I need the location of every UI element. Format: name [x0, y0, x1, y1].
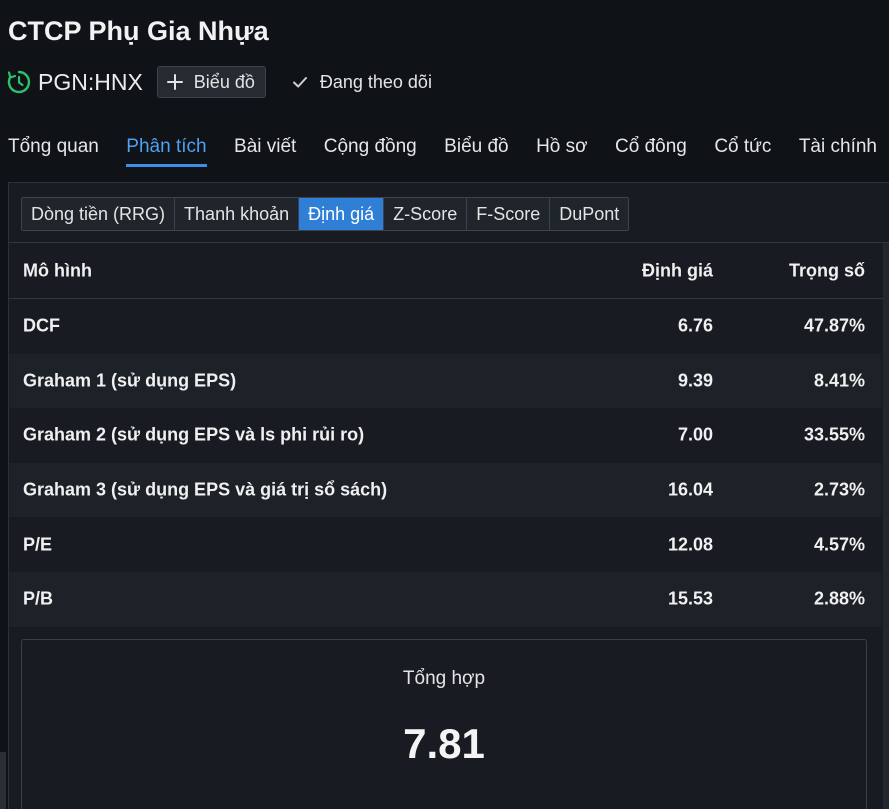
- table-row: P/B 15.53 2.88%: [9, 571, 881, 627]
- row-weight: 4.57%: [813, 534, 865, 555]
- tab-chart[interactable]: Biểu đồ: [444, 136, 508, 164]
- header-model: Mô hình: [23, 260, 92, 281]
- tab-profile[interactable]: Hồ sơ: [536, 136, 588, 164]
- row-weight: 2.73%: [813, 479, 865, 500]
- subtab-f-score[interactable]: F-Score: [467, 198, 551, 230]
- table-row: Graham 3 (sử dụng EPS và giá trị sổ sách…: [9, 462, 881, 518]
- summary-label: Tổng hợp: [402, 668, 486, 689]
- add-chart-button[interactable]: Biểu đồ: [156, 66, 266, 98]
- table-row: Graham 2 (sử dụng EPS và ls phi rủi ro) …: [9, 408, 881, 463]
- row-model: P/E: [23, 534, 53, 555]
- valuation-table-header: Mô hình Định giá Trọng số: [9, 243, 881, 299]
- row-value: 6.76: [677, 315, 713, 336]
- analysis-panel: Dòng tiền (RRG) Thanh khoản Định giá Z-S…: [8, 182, 889, 809]
- header-value: Định giá: [642, 260, 713, 281]
- tab-articles[interactable]: Bài viết: [234, 136, 296, 164]
- left-edge-strip: [0, 752, 6, 809]
- following-label: Đang theo dõi: [319, 71, 432, 92]
- row-value: 9.39: [677, 370, 713, 391]
- company-name: CTCP Phụ Gia Nhựa: [8, 16, 269, 46]
- summary-card: Tổng hợp 7.81: [21, 639, 867, 809]
- analysis-subtabs: Dòng tiền (RRG) Thanh khoản Định giá Z-S…: [21, 197, 630, 231]
- subtab-valuation[interactable]: Định giá: [299, 198, 385, 230]
- main-nav: Tổng quan Phân tích Bài viết Cộng đồng B…: [8, 136, 889, 167]
- subtab-dupont[interactable]: DuPont: [550, 198, 629, 230]
- valuation-table-body: DCF 6.76 47.87% Graham 1 (sử dụng EPS) 9…: [9, 299, 881, 627]
- row-weight: 2.88%: [813, 588, 865, 609]
- scrollbar-track[interactable]: [883, 243, 889, 809]
- ticker-row: PGN:HNX Biểu đồ Đang theo dõi: [6, 64, 432, 100]
- subtab-cashflow-rrg[interactable]: Dòng tiền (RRG): [22, 198, 176, 230]
- table-row: P/E 12.08 4.57%: [9, 517, 881, 572]
- ticker-symbol: PGN:HNX: [38, 68, 143, 95]
- row-value: 15.53: [667, 588, 713, 609]
- header-weight: Trọng số: [789, 260, 865, 281]
- row-model: Graham 2 (sử dụng EPS và ls phi rủi ro): [23, 424, 365, 445]
- row-weight: 33.55%: [803, 424, 865, 445]
- add-chart-label: Biểu đồ: [193, 71, 255, 92]
- tab-shareholders[interactable]: Cổ đông: [615, 136, 687, 164]
- subtab-z-score[interactable]: Z-Score: [384, 198, 468, 230]
- following-toggle[interactable]: Đang theo dõi: [292, 72, 432, 93]
- row-model: Graham 3 (sử dụng EPS và giá trị sổ sách…: [23, 479, 388, 500]
- row-value: 7.00: [677, 424, 713, 445]
- row-weight: 8.41%: [813, 370, 865, 391]
- tab-overview[interactable]: Tổng quan: [8, 136, 99, 164]
- tab-community[interactable]: Cộng đồng: [324, 136, 417, 164]
- row-model: DCF: [23, 315, 60, 336]
- table-row: DCF 6.76 47.87%: [9, 299, 881, 354]
- subtab-liquidity[interactable]: Thanh khoản: [175, 198, 300, 230]
- row-model: Graham 1 (sử dụng EPS): [23, 370, 237, 391]
- tab-analysis[interactable]: Phân tích: [126, 136, 207, 167]
- check-icon: [292, 74, 308, 90]
- row-value: 12.08: [667, 534, 713, 555]
- row-weight: 47.87%: [803, 315, 865, 336]
- summary-value: 7.81: [403, 720, 485, 767]
- table-row: Graham 1 (sử dụng EPS) 9.39 8.41%: [9, 353, 881, 409]
- clock-refresh-icon: [6, 69, 32, 95]
- tab-dividends[interactable]: Cổ tức: [714, 136, 771, 164]
- row-value: 16.04: [667, 479, 713, 500]
- plus-icon: [166, 73, 184, 91]
- row-model: P/B: [23, 588, 54, 609]
- page: CTCP Phụ Gia Nhựa PGN:HNX Biểu đồ Đang t…: [0, 0, 889, 809]
- tab-financials[interactable]: Tài chính: [799, 136, 877, 164]
